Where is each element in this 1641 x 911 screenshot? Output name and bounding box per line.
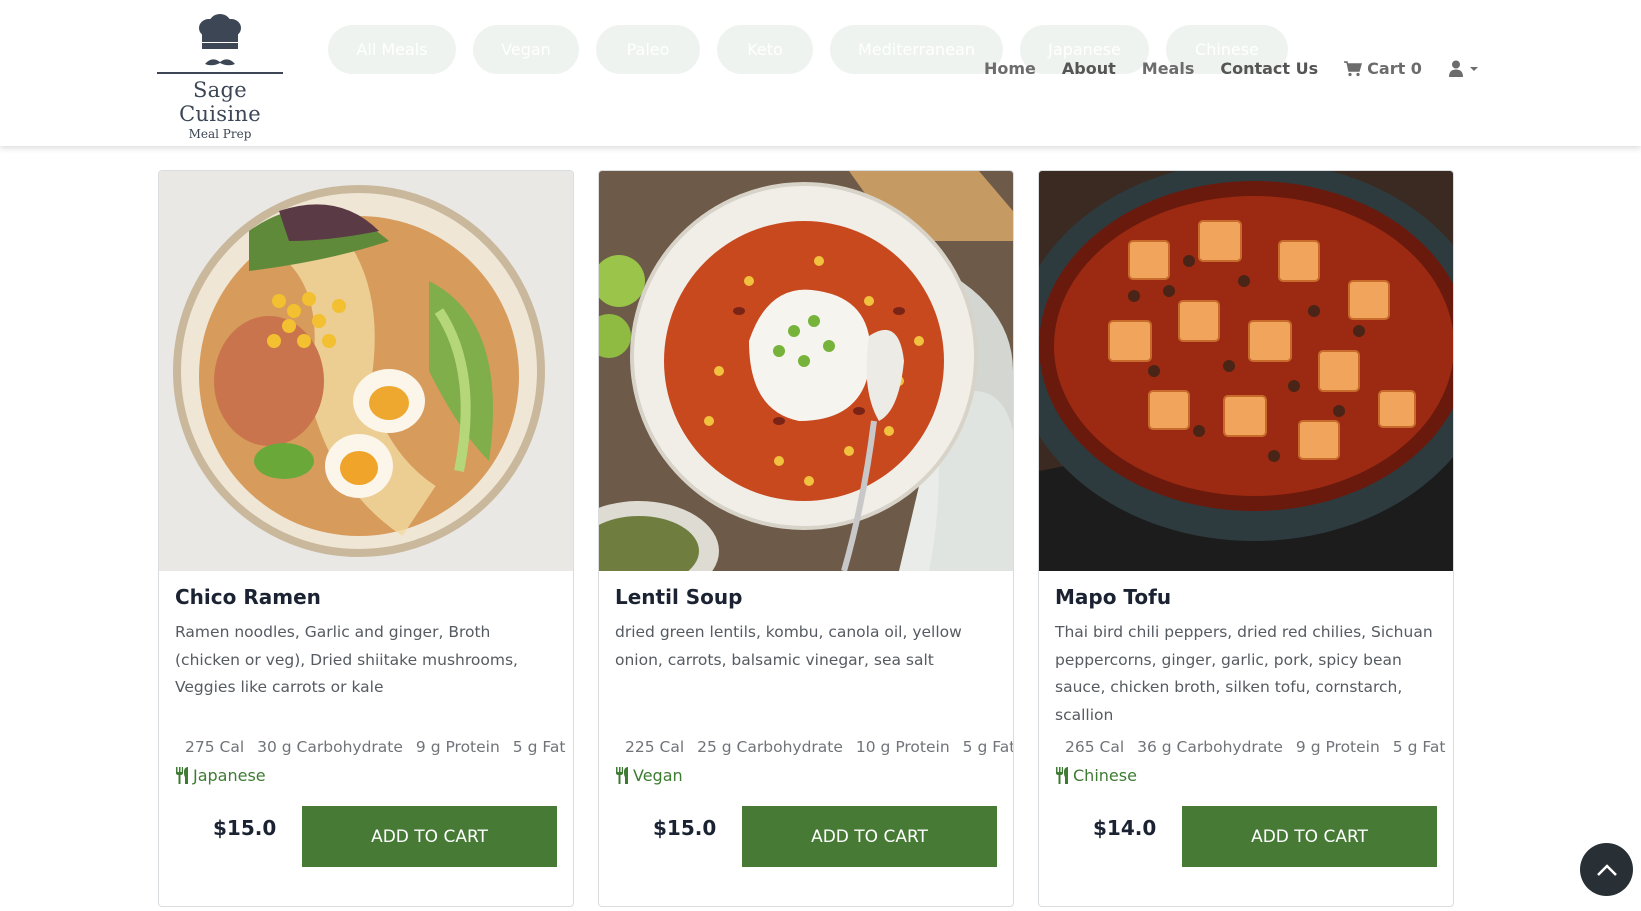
cuisine-label: Japanese: [193, 766, 266, 785]
calories: 265 Cal: [1065, 738, 1125, 756]
main-nav: Home About Meals Contact Us Cart 0: [984, 59, 1480, 78]
meal-image-ramen: [159, 171, 573, 571]
nutrition-facts: 275 Cal 30 g Carbohydrate 9 g Protein 5 …: [185, 738, 565, 756]
protein: 9 g Protein: [415, 738, 500, 756]
meal-title: Mapo Tofu: [1055, 585, 1172, 609]
cart-label: Cart 0: [1367, 59, 1422, 78]
filter-chip-all-meals[interactable]: All Meals: [328, 25, 456, 74]
nav-meals[interactable]: Meals: [1142, 59, 1195, 78]
meal-card: Mapo Tofu Thai bird chili peppers, dried…: [1038, 170, 1454, 907]
meal-description: Ramen noodles, Garlic and ginger, Broth …: [175, 623, 518, 696]
nutrition-facts: 265 Cal 36 g Carbohydrate 9 g Protein 5 …: [1065, 738, 1445, 756]
protein: 9 g Protein: [1295, 738, 1380, 756]
nutrition-facts: 225 Cal 25 g Carbohydrate 10 g Protein 5…: [625, 738, 1014, 756]
carbohydrate: 30 g Carbohydrate: [257, 738, 403, 756]
fat: 5 g Fat: [1392, 738, 1446, 756]
cuisine-tag: Chinese: [1055, 766, 1137, 785]
site-header: Sage Cuisine Meal Prep All Meals Vegan P…: [0, 0, 1641, 146]
filter-chip-vegan[interactable]: Vegan: [473, 25, 579, 74]
cart-link[interactable]: Cart 0: [1344, 59, 1422, 78]
filter-chip-keto[interactable]: Keto: [717, 25, 813, 74]
meal-price: $14.0: [1093, 816, 1157, 840]
meal-card: Chico Ramen Ramen noodles, Garlic and gi…: [158, 170, 574, 907]
cuisine-tag: Japanese: [175, 766, 266, 785]
meal-price: $15.0: [213, 816, 277, 840]
caret-down-icon: [1469, 66, 1478, 71]
nav-about[interactable]: About: [1062, 59, 1116, 78]
utensils-icon: [616, 767, 628, 784]
user-icon: [1448, 60, 1463, 77]
utensils-icon: [176, 767, 188, 784]
filter-chip-paleo[interactable]: Paleo: [596, 25, 700, 74]
nav-home[interactable]: Home: [984, 59, 1036, 78]
add-to-cart-button[interactable]: ADD TO CART: [742, 806, 997, 867]
chef-hat-mustache-icon: [157, 14, 283, 74]
meal-description: Thai bird chili peppers, dried red chili…: [1055, 623, 1433, 724]
calories: 275 Cal: [185, 738, 245, 756]
meal-image-lentil-soup: [599, 171, 1013, 571]
fat: 5 g Fat: [512, 738, 566, 756]
meal-card: Lentil Soup dried green lentils, kombu, …: [598, 170, 1014, 907]
cuisine-tag: Vegan: [615, 766, 683, 785]
meal-price: $15.0: [653, 816, 717, 840]
chevron-up-icon: [1596, 863, 1617, 876]
add-to-cart-button[interactable]: ADD TO CART: [302, 806, 557, 867]
add-to-cart-button[interactable]: ADD TO CART: [1182, 806, 1437, 867]
brand-tagline: Meal Prep: [188, 127, 252, 141]
cuisine-label: Chinese: [1073, 766, 1137, 785]
meal-description: dried green lentils, kombu, canola oil, …: [615, 623, 962, 669]
filter-chip-mediterranean[interactable]: Mediterranean: [830, 25, 1003, 74]
brand-name: Sage Cuisine: [179, 78, 261, 126]
protein: 10 g Protein: [855, 738, 950, 756]
fat: 5 g Fat: [962, 738, 1014, 756]
user-menu-toggle[interactable]: [1448, 60, 1480, 77]
carbohydrate: 36 g Carbohydrate: [1137, 738, 1283, 756]
meal-title: Lentil Soup: [615, 585, 743, 609]
meal-title: Chico Ramen: [175, 585, 321, 609]
carbohydrate: 25 g Carbohydrate: [697, 738, 843, 756]
nav-contact[interactable]: Contact Us: [1220, 59, 1318, 78]
scroll-to-top-button[interactable]: [1580, 843, 1633, 896]
cuisine-label: Vegan: [633, 766, 683, 785]
calories: 225 Cal: [625, 738, 685, 756]
utensils-icon: [1056, 767, 1068, 784]
shopping-cart-icon: [1344, 60, 1363, 76]
meal-image-mapo-tofu: [1039, 171, 1453, 571]
brand-logo[interactable]: Sage Cuisine Meal Prep: [157, 14, 283, 141]
